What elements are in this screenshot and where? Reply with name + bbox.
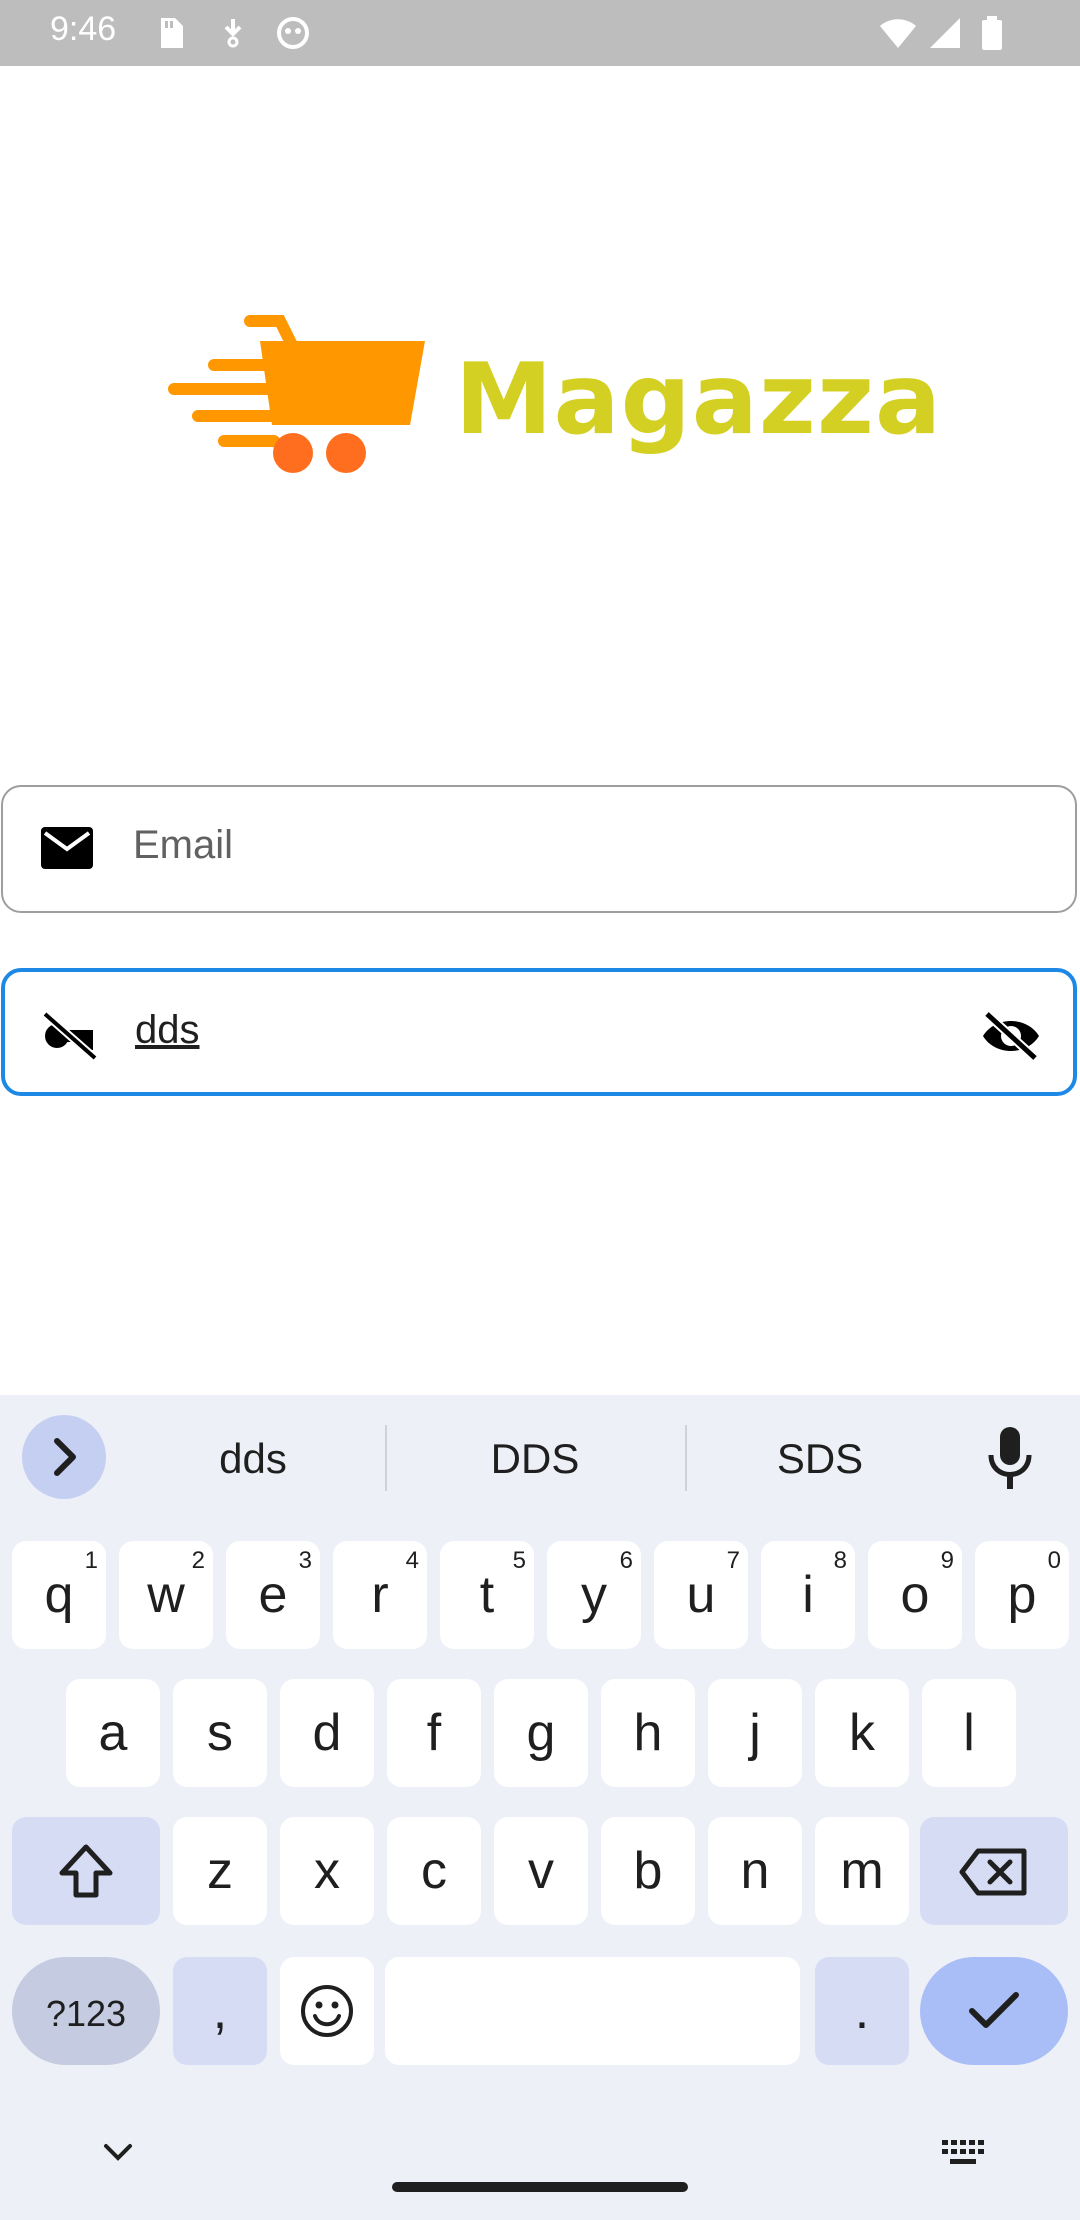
- home-indicator[interactable]: [392, 2182, 688, 2192]
- key-x[interactable]: x: [280, 1817, 374, 1925]
- email-field[interactable]: Email: [1, 785, 1077, 913]
- key-off-icon: [42, 1010, 98, 1060]
- suggestion-3[interactable]: SDS: [705, 1435, 935, 1483]
- backspace-icon: [959, 1848, 1027, 1896]
- symbols-key[interactable]: ?123: [12, 1957, 160, 2065]
- key-h[interactable]: h: [601, 1679, 695, 1787]
- key-label: v: [528, 1842, 554, 1900]
- key-alt-label: 6: [619, 1547, 633, 1574]
- key-v[interactable]: v: [494, 1817, 588, 1925]
- key-n[interactable]: n: [708, 1817, 802, 1925]
- key-label: b: [633, 1842, 663, 1900]
- key-z[interactable]: z: [173, 1817, 267, 1925]
- key-alt-label: 2: [191, 1547, 205, 1574]
- period-key[interactable]: .: [815, 1957, 909, 2065]
- key-t[interactable]: t5: [440, 1541, 534, 1649]
- key-label: .: [854, 1982, 870, 2040]
- hide-keyboard-icon[interactable]: [100, 2140, 136, 2164]
- key-c[interactable]: c: [387, 1817, 481, 1925]
- key-label: l: [963, 1704, 975, 1762]
- key-s[interactable]: s: [173, 1679, 267, 1787]
- key-d[interactable]: d: [280, 1679, 374, 1787]
- key-w[interactable]: w2: [119, 1541, 213, 1649]
- backspace-key[interactable]: [920, 1817, 1068, 1925]
- key-l[interactable]: l: [922, 1679, 1016, 1787]
- key-a[interactable]: a: [66, 1679, 160, 1787]
- key-label: s: [207, 1704, 233, 1762]
- key-u[interactable]: u7: [654, 1541, 748, 1649]
- key-r[interactable]: r4: [333, 1541, 427, 1649]
- key-b[interactable]: b: [601, 1817, 695, 1925]
- key-m[interactable]: m: [815, 1817, 909, 1925]
- logo-text: Magazza: [455, 343, 943, 457]
- email-input[interactable]: Email: [133, 823, 233, 868]
- mail-icon: [41, 827, 93, 869]
- key-label: f: [426, 1704, 442, 1762]
- key-label: g: [526, 1704, 556, 1762]
- status-bar: 9:46: [0, 0, 1080, 66]
- key-alt-label: 7: [726, 1547, 740, 1574]
- key-alt-label: 1: [84, 1547, 98, 1574]
- download-icon: [224, 19, 242, 48]
- key-label: k: [849, 1704, 875, 1762]
- key-i[interactable]: i8: [761, 1541, 855, 1649]
- key-o[interactable]: o9: [868, 1541, 962, 1649]
- key-e[interactable]: e3: [226, 1541, 320, 1649]
- key-label: z: [207, 1842, 233, 1900]
- space-key[interactable]: [385, 1957, 800, 2065]
- key-label: d: [312, 1704, 342, 1762]
- key-f[interactable]: f: [387, 1679, 481, 1787]
- key-alt-label: 8: [833, 1547, 847, 1574]
- shift-icon: [59, 1844, 113, 1898]
- key-label: h: [633, 1704, 663, 1762]
- key-alt-label: 5: [512, 1547, 526, 1574]
- suggestion-1[interactable]: dds: [138, 1435, 368, 1483]
- key-q[interactable]: q1: [12, 1541, 106, 1649]
- soft-keyboard: dds DDS SDS q1 w2 e3 r4 t5 y6 u7 i8 o9 p…: [0, 1395, 1080, 2220]
- symbols-label: ?123: [45, 1993, 127, 2034]
- checkmark-icon: [969, 1992, 1019, 2028]
- enter-key[interactable]: [920, 1957, 1068, 2065]
- wifi-icon: [880, 19, 916, 48]
- key-label: ,: [212, 1982, 228, 2040]
- status-time: 9:46: [50, 10, 117, 48]
- suggestion-2[interactable]: DDS: [420, 1435, 650, 1483]
- visibility-off-icon[interactable]: [979, 1008, 1043, 1064]
- key-label: a: [98, 1704, 128, 1762]
- key-label: c: [421, 1842, 447, 1900]
- chevron-right-icon: [54, 1438, 76, 1476]
- key-p[interactable]: p0: [975, 1541, 1069, 1649]
- key-j[interactable]: j: [708, 1679, 802, 1787]
- key-alt-label: 3: [298, 1547, 312, 1574]
- app-logo: Magazza: [160, 315, 941, 485]
- sd-card-icon: [161, 18, 183, 48]
- keyboard-switch-icon[interactable]: [940, 2138, 986, 2168]
- key-alt-label: 9: [940, 1547, 954, 1574]
- suggestion-divider: [685, 1425, 687, 1491]
- microphone-icon[interactable]: [985, 1425, 1035, 1491]
- key-g[interactable]: g: [494, 1679, 588, 1787]
- key-y[interactable]: y6: [547, 1541, 641, 1649]
- key-k[interactable]: k: [815, 1679, 909, 1787]
- key-label: j: [749, 1704, 761, 1762]
- key-label: n: [740, 1842, 770, 1900]
- password-input[interactable]: dds: [135, 1008, 200, 1053]
- suggestion-divider: [385, 1425, 387, 1491]
- emoji-icon: [301, 1985, 353, 2037]
- signal-icon: [930, 18, 960, 48]
- emoji-key[interactable]: [280, 1957, 374, 2065]
- shift-key[interactable]: [12, 1817, 160, 1925]
- key-alt-label: 0: [1047, 1547, 1061, 1574]
- key-label: x: [314, 1842, 340, 1900]
- key-label: m: [840, 1842, 884, 1900]
- cart-logo-icon: [168, 315, 425, 473]
- battery-icon: [982, 16, 1002, 50]
- comma-key[interactable]: ,: [173, 1957, 267, 2065]
- assistant-icon: [277, 17, 309, 49]
- key-alt-label: 4: [405, 1547, 419, 1574]
- suggestions-expand-button[interactable]: [22, 1415, 106, 1499]
- password-field[interactable]: dds: [1, 968, 1077, 1096]
